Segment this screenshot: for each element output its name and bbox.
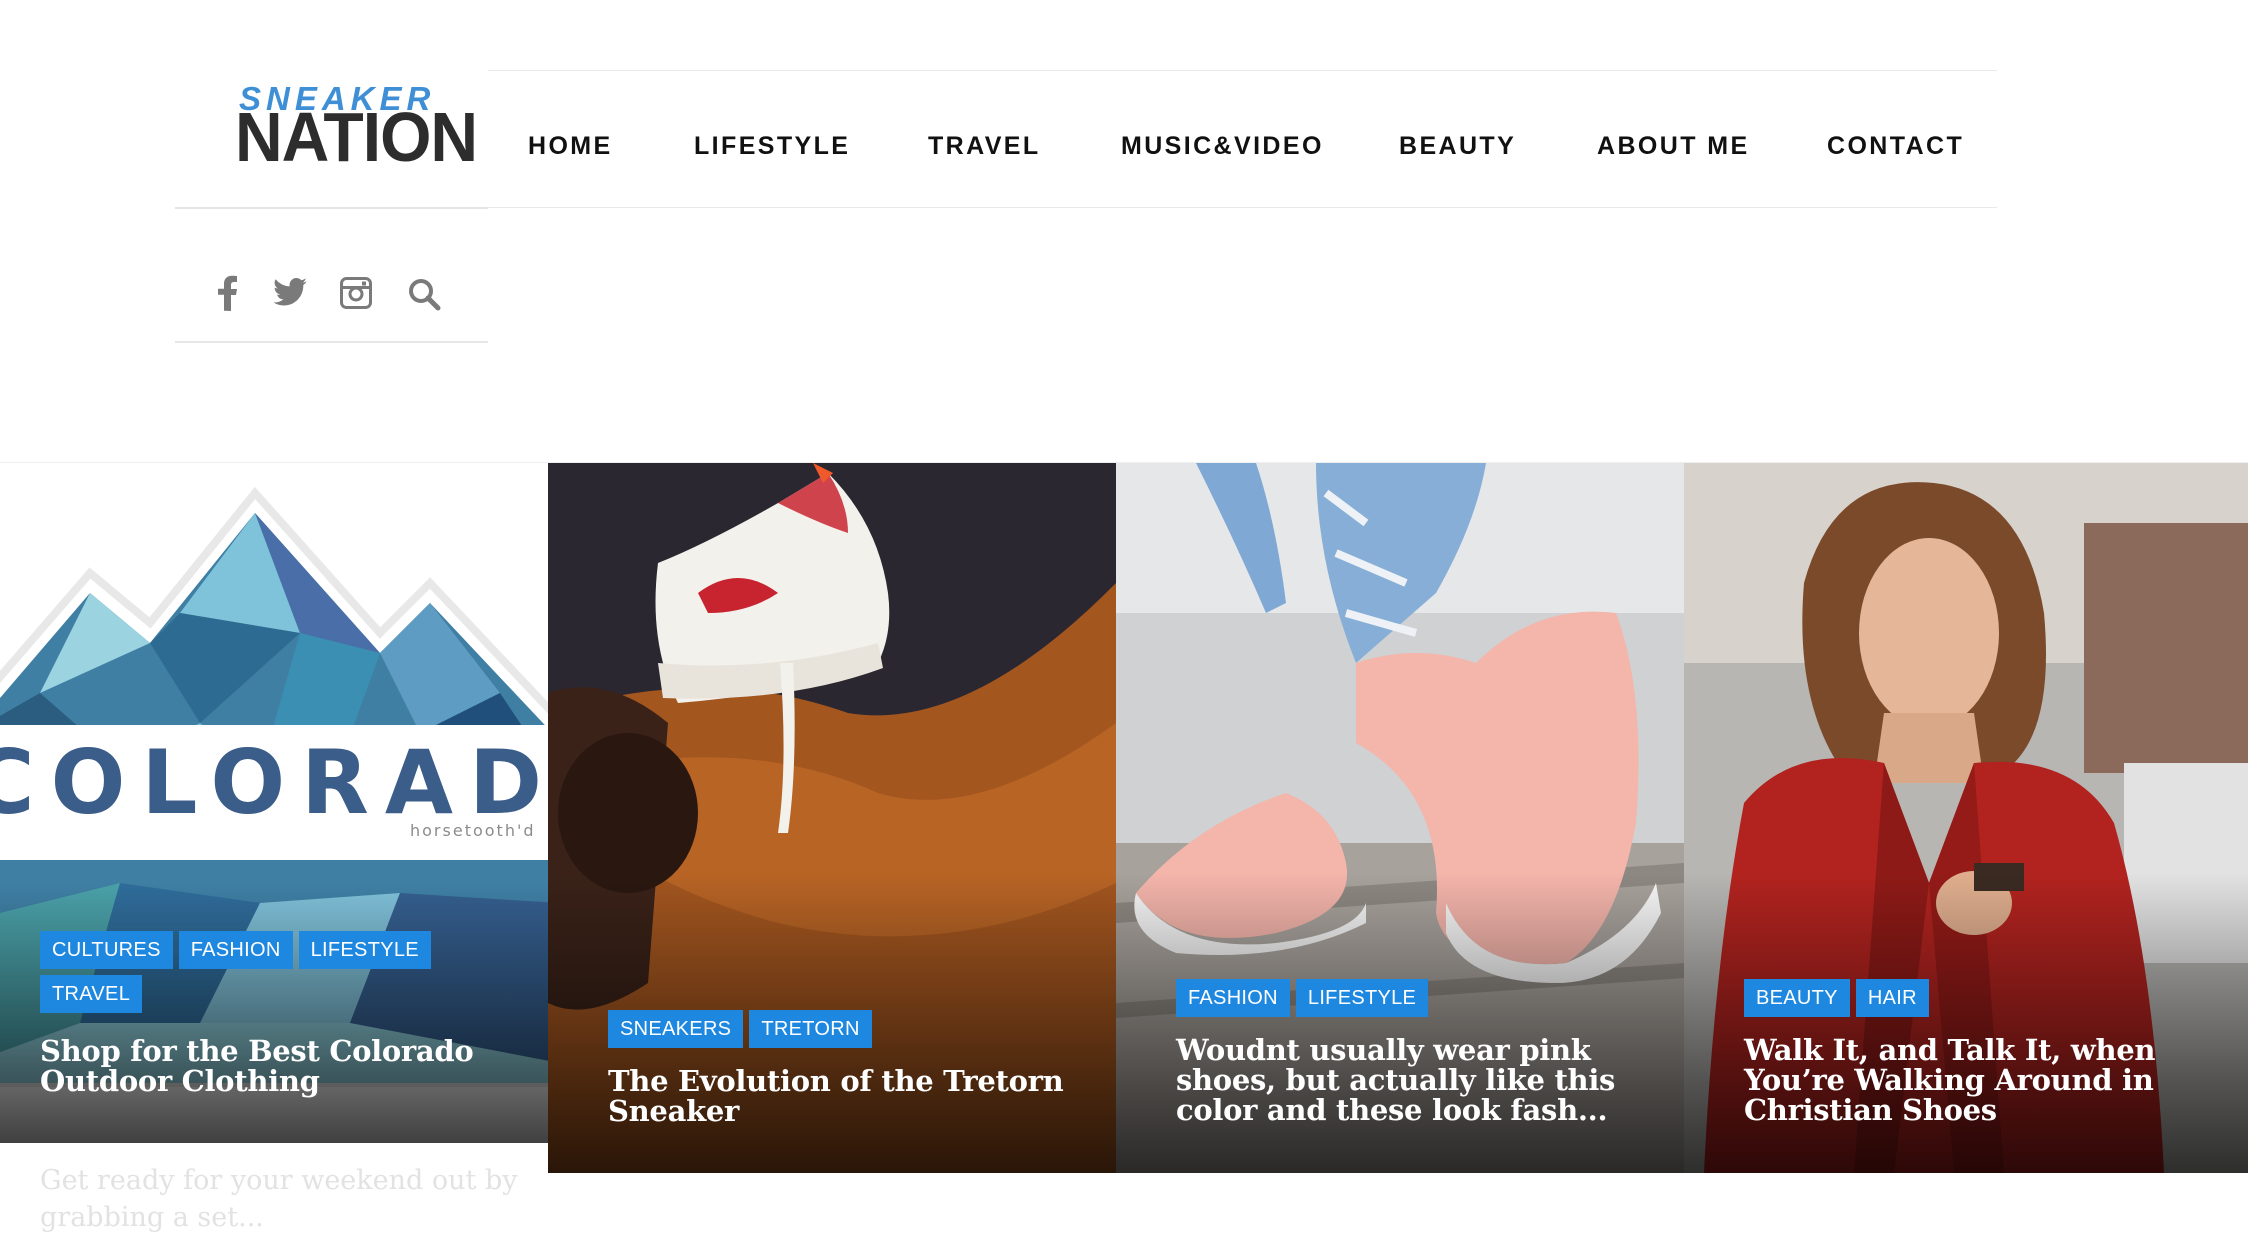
post-title[interactable]: The Evolution of the Tretorn Sneaker <box>608 1066 1078 1126</box>
logo[interactable]: SNEAKER NATION <box>175 70 488 209</box>
post-title[interactable]: Woudnt usually wear pink shoes, but actu… <box>1176 1035 1626 1125</box>
card-gradient <box>1116 873 1684 1173</box>
nav-item-lifestyle[interactable]: LIFESTYLE <box>694 132 850 161</box>
post-card-pink-shoes[interactable]: FASHION LIFESTYLE Woudnt usually wear pi… <box>1116 463 1684 1173</box>
post-card-colorado[interactable]: COLORADO horsetooth'd CULTURES FASHION L… <box>0 463 548 1143</box>
card-gradient <box>1684 873 2248 1173</box>
tag-tretorn[interactable]: TRETORN <box>749 1010 872 1048</box>
twitter-icon[interactable] <box>273 277 307 311</box>
colorado-image-text: COLORADO <box>0 731 548 834</box>
facebook-icon[interactable] <box>218 275 238 316</box>
post-excerpt: Get ready for your weekend out by grabbi… <box>40 1165 518 1233</box>
card-gradient <box>0 883 548 1143</box>
tag-fashion[interactable]: FASHION <box>178 931 293 969</box>
post-card-tretorn[interactable]: SNEAKERS TRETORN The Evolution of the Tr… <box>548 463 1116 1173</box>
post-tags: CULTURES FASHION LIFESTYLE TRAVEL <box>40 931 460 1013</box>
tag-cultures[interactable]: CULTURES <box>40 931 173 969</box>
tag-beauty[interactable]: BEAUTY <box>1744 979 1850 1017</box>
tag-lifestyle[interactable]: LIFESTYLE <box>298 931 431 969</box>
instagram-icon[interactable] <box>340 277 372 314</box>
post-tags: SNEAKERS TRETORN <box>608 1010 872 1048</box>
nav-item-contact[interactable]: CONTACT <box>1827 132 1964 161</box>
search-icon[interactable] <box>407 277 441 316</box>
tag-travel[interactable]: TRAVEL <box>40 975 143 1013</box>
post-title[interactable]: Shop for the Best Colorado Outdoor Cloth… <box>40 1036 510 1096</box>
post-tags: BEAUTY HAIR <box>1744 979 1929 1017</box>
nav-item-travel[interactable]: TRAVEL <box>928 132 1041 161</box>
nav-item-music-video[interactable]: MUSIC&VIDEO <box>1121 132 1324 161</box>
logo-bottom-text: NATION <box>235 98 478 176</box>
post-card-christian-shoes[interactable]: BEAUTY HAIR Walk It, and Talk It, when Y… <box>1684 463 2248 1173</box>
post-tags: FASHION LIFESTYLE <box>1176 979 1429 1017</box>
tag-fashion[interactable]: FASHION <box>1176 979 1290 1017</box>
tag-sneakers[interactable]: SNEAKERS <box>608 1010 744 1048</box>
nav-item-beauty[interactable]: BEAUTY <box>1399 132 1516 161</box>
colorado-image-subtext: horsetooth'd <box>410 821 536 840</box>
nav-item-home[interactable]: HOME <box>528 132 613 161</box>
social-links <box>175 210 488 343</box>
tag-hair[interactable]: HAIR <box>1855 979 1929 1017</box>
post-title[interactable]: Walk It, and Talk It, when You’re Walkin… <box>1744 1035 2194 1125</box>
nav-item-about-me[interactable]: ABOUT ME <box>1597 132 1750 161</box>
tag-lifestyle[interactable]: LIFESTYLE <box>1295 979 1429 1017</box>
